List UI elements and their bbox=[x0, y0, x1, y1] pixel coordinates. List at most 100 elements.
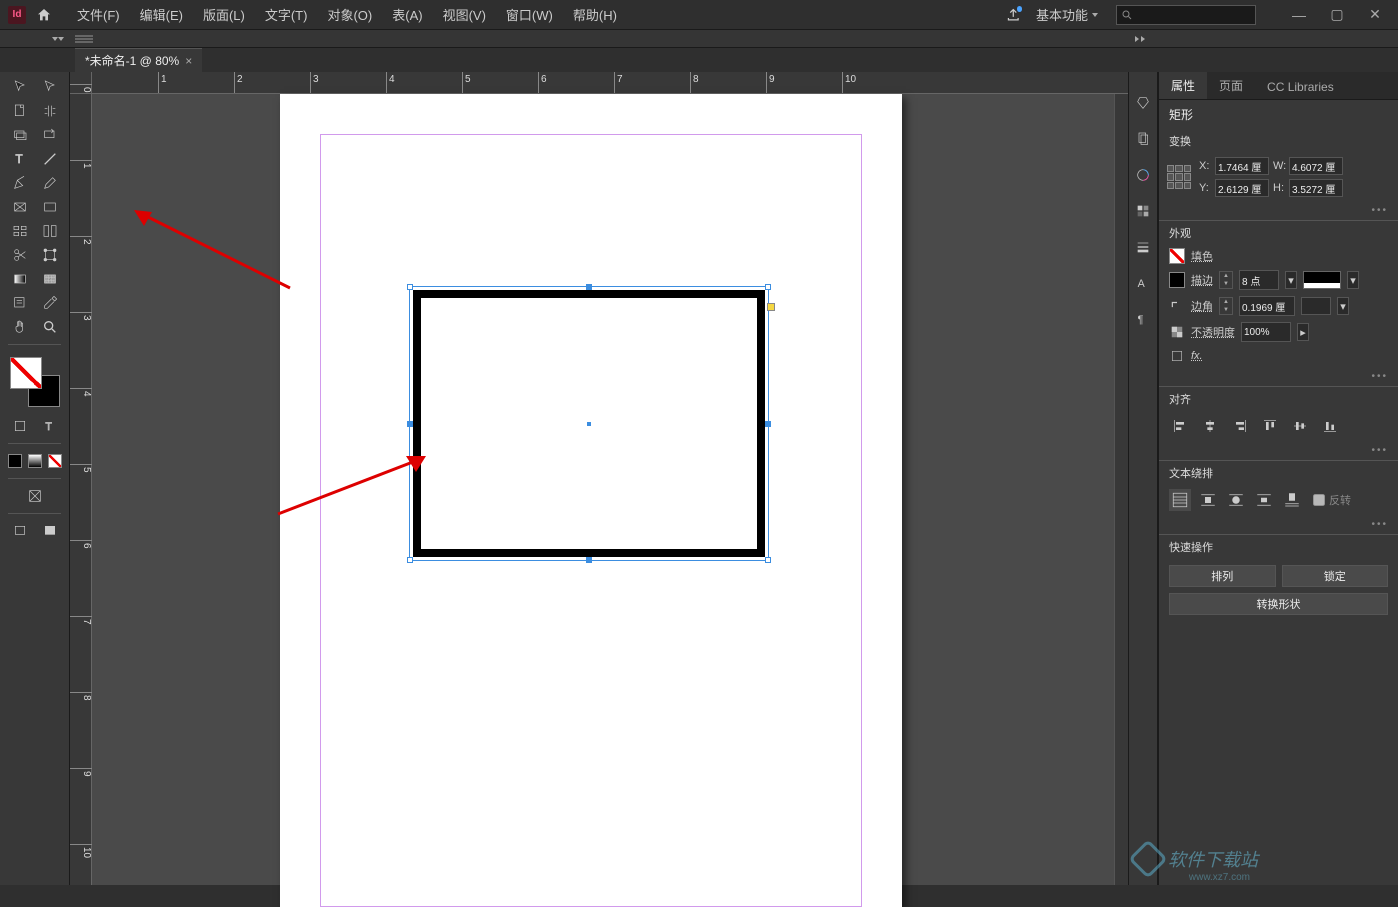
strip-swatches-icon[interactable] bbox=[1132, 200, 1154, 222]
transform-more-icon[interactable]: ••• bbox=[1159, 201, 1398, 220]
note-tool[interactable] bbox=[6, 292, 34, 314]
formatting-container-icon[interactable] bbox=[6, 415, 34, 437]
stroke-style-dropdown-arrow[interactable]: ▾ bbox=[1347, 271, 1359, 289]
minimize-button[interactable]: — bbox=[1284, 5, 1314, 25]
formatting-text-icon[interactable]: T bbox=[36, 415, 64, 437]
appearance-more-icon[interactable]: ••• bbox=[1159, 367, 1398, 386]
stroke-style-dropdown[interactable] bbox=[1303, 271, 1341, 289]
opacity-input[interactable] bbox=[1241, 322, 1291, 342]
apply-gradient-icon[interactable] bbox=[26, 450, 44, 472]
canvas-area[interactable]: 0 1 2 3 4 5 6 7 8 9 10 0 1 2 3 4 5 6 7 8… bbox=[70, 72, 1128, 885]
document-tab[interactable]: *未命名-1 @ 80% × bbox=[75, 48, 202, 72]
fill-stroke-swatch[interactable] bbox=[10, 357, 60, 407]
eyedropper-tool[interactable] bbox=[36, 292, 64, 314]
align-more-icon[interactable]: ••• bbox=[1159, 441, 1398, 460]
strip-cc-icon[interactable] bbox=[1132, 92, 1154, 114]
selection-tool[interactable] bbox=[6, 76, 34, 98]
stroke-weight-spinner[interactable]: ▲▼ bbox=[1219, 271, 1233, 289]
rectangle-tool[interactable] bbox=[36, 196, 64, 218]
apply-color-icon[interactable] bbox=[6, 450, 24, 472]
pen-tool[interactable] bbox=[6, 172, 34, 194]
menu-edit[interactable]: 编辑(E) bbox=[130, 5, 193, 24]
fill-swatch[interactable] bbox=[1169, 248, 1185, 264]
pencil-tool[interactable] bbox=[36, 172, 64, 194]
workspace-switcher[interactable]: 基本功能 bbox=[1036, 5, 1098, 24]
lock-button[interactable]: 锁定 bbox=[1282, 565, 1389, 587]
screen-mode-preview-icon[interactable] bbox=[36, 520, 64, 542]
wrap-column-icon[interactable] bbox=[1281, 489, 1303, 511]
fx-label[interactable]: fx. bbox=[1191, 350, 1203, 362]
vertical-scrollbar[interactable] bbox=[1114, 94, 1128, 885]
opacity-label[interactable]: 不透明度 bbox=[1191, 324, 1235, 340]
menu-object[interactable]: 对象(O) bbox=[317, 5, 382, 24]
y-input[interactable] bbox=[1215, 179, 1269, 197]
stroke-swatch[interactable] bbox=[1169, 272, 1185, 288]
content-collector-tool[interactable] bbox=[6, 124, 34, 146]
scissors-tool-2[interactable] bbox=[6, 244, 34, 266]
convert-shape-button[interactable]: 转换形状 bbox=[1169, 593, 1388, 615]
home-icon[interactable] bbox=[36, 7, 52, 23]
tab-close-icon[interactable]: × bbox=[185, 54, 192, 68]
rectangle-frame-tool[interactable] bbox=[6, 196, 34, 218]
corner-spinner[interactable]: ▲▼ bbox=[1219, 297, 1233, 315]
arrange-button[interactable]: 排列 bbox=[1169, 565, 1276, 587]
fx-target-icon[interactable] bbox=[1169, 348, 1185, 364]
reference-point-selector[interactable] bbox=[1167, 165, 1191, 189]
fill-label[interactable]: 填色 bbox=[1191, 248, 1213, 264]
align-right-icon[interactable] bbox=[1229, 415, 1251, 437]
transform-tool[interactable] bbox=[36, 244, 64, 266]
panel-dock-toggle[interactable] bbox=[1128, 30, 1398, 47]
gradient-feather-tool[interactable] bbox=[36, 268, 64, 290]
share-icon[interactable] bbox=[1006, 5, 1026, 25]
strip-paragraph-icon[interactable]: ¶ bbox=[1132, 308, 1154, 330]
stroke-weight-input[interactable] bbox=[1239, 270, 1279, 290]
menu-type[interactable]: 文字(T) bbox=[255, 5, 318, 24]
scissors-tool[interactable] bbox=[6, 220, 34, 242]
strip-pages-icon[interactable] bbox=[1132, 128, 1154, 150]
close-button[interactable]: ✕ bbox=[1360, 5, 1390, 25]
align-hcenter-icon[interactable] bbox=[1199, 415, 1221, 437]
opacity-dropdown[interactable]: ▸ bbox=[1297, 323, 1309, 341]
tab-properties[interactable]: 属性 bbox=[1159, 72, 1207, 99]
corner-input[interactable] bbox=[1239, 296, 1295, 316]
menu-layout[interactable]: 版面(L) bbox=[193, 5, 255, 24]
menu-view[interactable]: 视图(V) bbox=[433, 5, 496, 24]
direct-selection-tool[interactable] bbox=[36, 76, 64, 98]
stroke-label[interactable]: 描边 bbox=[1191, 272, 1213, 288]
page-tool[interactable] bbox=[6, 100, 34, 122]
strip-color-icon[interactable] bbox=[1132, 164, 1154, 186]
textwrap-more-icon[interactable]: ••• bbox=[1159, 515, 1398, 534]
menu-table[interactable]: 表(A) bbox=[382, 5, 432, 24]
horizontal-ruler[interactable]: 0 1 2 3 4 5 6 7 8 9 10 bbox=[92, 72, 1128, 94]
wrap-jump-icon[interactable] bbox=[1253, 489, 1275, 511]
align-vcenter-icon[interactable] bbox=[1289, 415, 1311, 437]
align-top-icon[interactable] bbox=[1259, 415, 1281, 437]
h-input[interactable] bbox=[1289, 179, 1343, 197]
content-placer-tool[interactable] bbox=[36, 124, 64, 146]
wrap-bounding-icon[interactable] bbox=[1197, 489, 1219, 511]
screen-mode-normal-icon[interactable] bbox=[6, 520, 34, 542]
zoom-tool[interactable] bbox=[36, 316, 64, 338]
page[interactable] bbox=[280, 94, 902, 907]
corner-style-dropdown[interactable]: ▾ bbox=[1337, 297, 1349, 315]
free-transform-tool[interactable] bbox=[36, 220, 64, 242]
wrap-shape-icon[interactable] bbox=[1225, 489, 1247, 511]
tab-pages[interactable]: 页面 bbox=[1207, 72, 1255, 99]
strip-stroke-icon[interactable] bbox=[1132, 236, 1154, 258]
view-mode-icon[interactable] bbox=[21, 485, 49, 507]
apply-none-icon[interactable] bbox=[46, 450, 64, 472]
gap-tool[interactable] bbox=[36, 100, 64, 122]
wrap-invert-checkbox[interactable]: 反转 bbox=[1313, 492, 1351, 508]
toolbox-dock-toggle[interactable] bbox=[0, 30, 70, 47]
line-tool[interactable] bbox=[36, 148, 64, 170]
vertical-ruler[interactable]: 0 1 2 3 4 5 6 7 8 9 10 bbox=[70, 94, 92, 885]
menu-help[interactable]: 帮助(H) bbox=[563, 5, 627, 24]
menu-window[interactable]: 窗口(W) bbox=[496, 5, 563, 24]
align-bottom-icon[interactable] bbox=[1319, 415, 1341, 437]
wrap-none-icon[interactable] bbox=[1169, 489, 1191, 511]
rectangle-object[interactable] bbox=[413, 290, 765, 557]
maximize-button[interactable]: ▢ bbox=[1322, 5, 1352, 25]
x-input[interactable] bbox=[1215, 157, 1269, 175]
w-input[interactable] bbox=[1289, 157, 1343, 175]
corner-label[interactable]: 边角 bbox=[1191, 298, 1213, 314]
